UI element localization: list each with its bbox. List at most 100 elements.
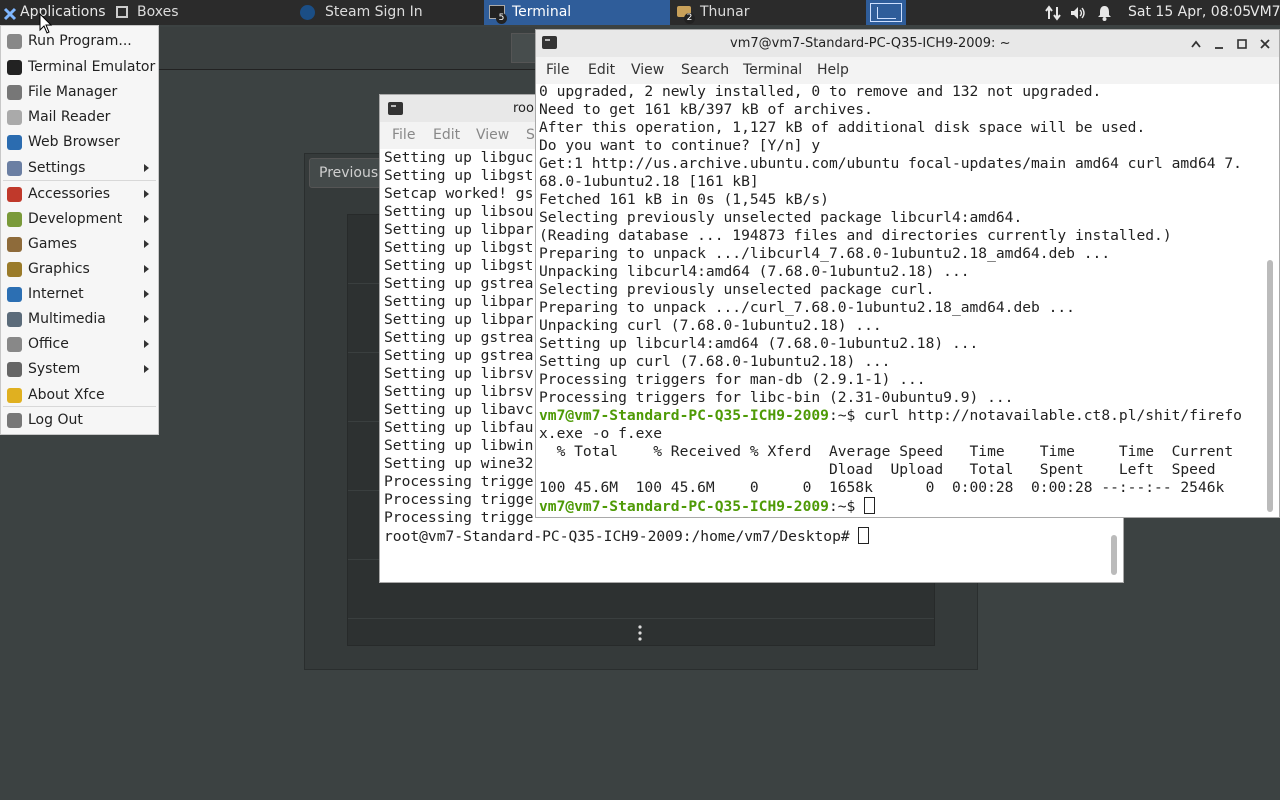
network-icon[interactable] <box>1045 5 1061 21</box>
prompt-line: root@vm7-Standard-PC-Q35-ICH9-2009:/home… <box>384 527 1104 546</box>
task-terminal[interactable]: 5 Terminal <box>484 0 670 25</box>
titlebar[interactable]: vm7@vm7-Standard-PC-Q35-ICH9-2009: ~ <box>536 30 1279 58</box>
terminal-line: Do you want to continue? [Y/n] y <box>539 137 821 154</box>
menu-item-label: Internet <box>28 286 84 302</box>
development-icon <box>7 212 22 227</box>
terminal-line: Setting up curl (7.68.0-1ubuntu2.18) ... <box>539 353 891 370</box>
minimize-button[interactable] <box>1210 30 1228 57</box>
menu-item-label: Mail Reader <box>28 109 111 125</box>
terminal-line: Unpacking curl (7.68.0-1ubuntu2.18) ... <box>539 317 882 334</box>
prompt-line: vm7@vm7-Standard-PC-Q35-ICH9-2009:~$ cur… <box>539 407 1265 425</box>
prompt-text: root@vm7-Standard-PC-Q35-ICH9-2009:/home… <box>384 528 859 545</box>
submenu-arrow-icon <box>144 340 149 348</box>
internet-icon <box>7 287 22 302</box>
command-text: curl http://notavailable.ct8.pl/shit/fir… <box>864 407 1242 424</box>
applications-label: Applications <box>20 4 106 20</box>
main-terminal-window: vm7@vm7-Standard-PC-Q35-ICH9-2009: ~ Fil… <box>535 29 1280 518</box>
shade-button[interactable] <box>1187 30 1205 57</box>
applications-menu-button[interactable]: Applications <box>0 0 108 25</box>
menu-edit[interactable]: Edit <box>433 122 460 149</box>
menu-edit[interactable]: Edit <box>588 57 615 84</box>
prompt-separator: :~$ <box>828 407 865 424</box>
steam-icon <box>300 5 315 20</box>
workspace-switcher[interactable] <box>866 0 906 25</box>
window-title: vm7@vm7-Standard-PC-Q35-ICH9-2009: ~ <box>730 36 1011 51</box>
app-menu-item-log-out[interactable]: Log Out <box>1 408 158 433</box>
app-menu-item-settings[interactable]: Settings <box>1 156 158 181</box>
close-button[interactable] <box>1256 30 1274 57</box>
terminal-line: Processing triggers for man-db (2.9.1-1)… <box>539 371 926 388</box>
accessories-icon <box>7 187 22 202</box>
submenu-arrow-icon <box>144 164 149 172</box>
user-label[interactable]: VM7 <box>1250 0 1280 25</box>
app-menu-item-run-program[interactable]: Run Program... <box>1 29 158 54</box>
menu-terminal[interactable]: Terminal <box>743 57 802 84</box>
task-label: Terminal <box>512 4 572 20</box>
run-icon <box>7 34 22 49</box>
window-title: roo <box>513 101 534 116</box>
menu-search[interactable]: Search <box>681 57 729 84</box>
workspace-icon <box>870 3 902 22</box>
submenu-arrow-icon <box>144 365 149 373</box>
text-cursor <box>864 497 876 514</box>
menu-item-label: Terminal Emulator <box>28 59 156 75</box>
app-menu-item-graphics[interactable]: Graphics <box>1 257 158 282</box>
app-menu-item-internet[interactable]: Internet <box>1 282 158 307</box>
menu-file[interactable]: File <box>392 122 415 149</box>
app-menu-item-web-browser[interactable]: Web Browser <box>1 130 158 155</box>
prompt-user-host: vm7@vm7-Standard-PC-Q35-ICH9-2009 <box>539 498 829 515</box>
menu-item-label: Web Browser <box>28 134 120 150</box>
app-menu-item-file-manager[interactable]: File Manager <box>1 80 158 105</box>
menu-item-label: Settings <box>28 160 86 176</box>
boxes-window <box>157 27 537 70</box>
terminal-line: Unpacking libcurl4:amd64 (7.68.0-1ubuntu… <box>539 263 970 280</box>
maximize-button[interactable] <box>1233 30 1251 57</box>
app-menu-item-about-xfce[interactable]: About Xfce <box>1 383 158 408</box>
previous-button[interactable]: Previous <box>309 158 390 188</box>
star-icon <box>7 388 22 403</box>
app-menu-item-mail-reader[interactable]: Mail Reader <box>1 105 158 130</box>
app-menu-item-multimedia[interactable]: Multimedia <box>1 307 158 332</box>
xfce-logo-icon <box>3 5 17 21</box>
task-steam-sign-in[interactable]: Steam Sign In <box>297 0 477 25</box>
menubar: File Edit View Search Terminal Help <box>536 57 1279 84</box>
menu-view[interactable]: View <box>476 122 509 149</box>
app-menu-item-development[interactable]: Development <box>1 207 158 232</box>
menu-separator <box>3 406 156 407</box>
menu-view[interactable]: View <box>631 57 664 84</box>
app-menu-item-accessories[interactable]: Accessories <box>1 182 158 207</box>
boxes-icon <box>116 6 128 18</box>
terminal-line: x.exe -o f.exe <box>539 425 663 442</box>
prompt-user-host: vm7@vm7-Standard-PC-Q35-ICH9-2009 <box>539 407 829 424</box>
volume-icon[interactable] <box>1070 5 1086 21</box>
submenu-arrow-icon <box>144 290 149 298</box>
app-menu-item-terminal-emulator[interactable]: Terminal Emulator <box>1 55 158 80</box>
terminal-line: Preparing to unpack .../curl_7.68.0-1ubu… <box>539 299 1075 316</box>
more-options-icon[interactable] <box>638 625 642 641</box>
menu-item-label: Multimedia <box>28 311 106 327</box>
terminal-line: After this operation, 1,127 kB of additi… <box>539 119 1146 136</box>
boxes-header-button[interactable] <box>511 33 537 63</box>
terminal-line: Selecting previously unselected package … <box>539 281 935 298</box>
scrollbar[interactable] <box>1267 260 1273 512</box>
office-icon <box>7 337 22 352</box>
menu-help[interactable]: Help <box>817 57 849 84</box>
menu-file[interactable]: File <box>546 57 569 84</box>
terminal-output[interactable]: 0 upgraded, 2 newly installed, 0 to remo… <box>539 83 1265 515</box>
multimedia-icon <box>7 312 22 327</box>
task-boxes[interactable]: Boxes <box>111 0 291 25</box>
submenu-arrow-icon <box>144 215 149 223</box>
task-label: Boxes <box>137 4 179 20</box>
scrollbar[interactable] <box>1111 535 1117 575</box>
app-menu-item-office[interactable]: Office <box>1 332 158 357</box>
app-menu-item-system[interactable]: System <box>1 357 158 382</box>
submenu-arrow-icon <box>144 190 149 198</box>
clock[interactable]: Sat 15 Apr, 08:05 <box>1128 0 1251 25</box>
notification-bell-icon[interactable] <box>1097 5 1112 21</box>
task-thunar[interactable]: 2 Thunar <box>672 0 858 25</box>
settings-icon <box>7 161 22 176</box>
app-menu-item-games[interactable]: Games <box>1 232 158 257</box>
task-count-badge: 2 <box>684 13 695 24</box>
submenu-arrow-icon <box>144 240 149 248</box>
menu-search[interactable]: S <box>526 122 535 149</box>
